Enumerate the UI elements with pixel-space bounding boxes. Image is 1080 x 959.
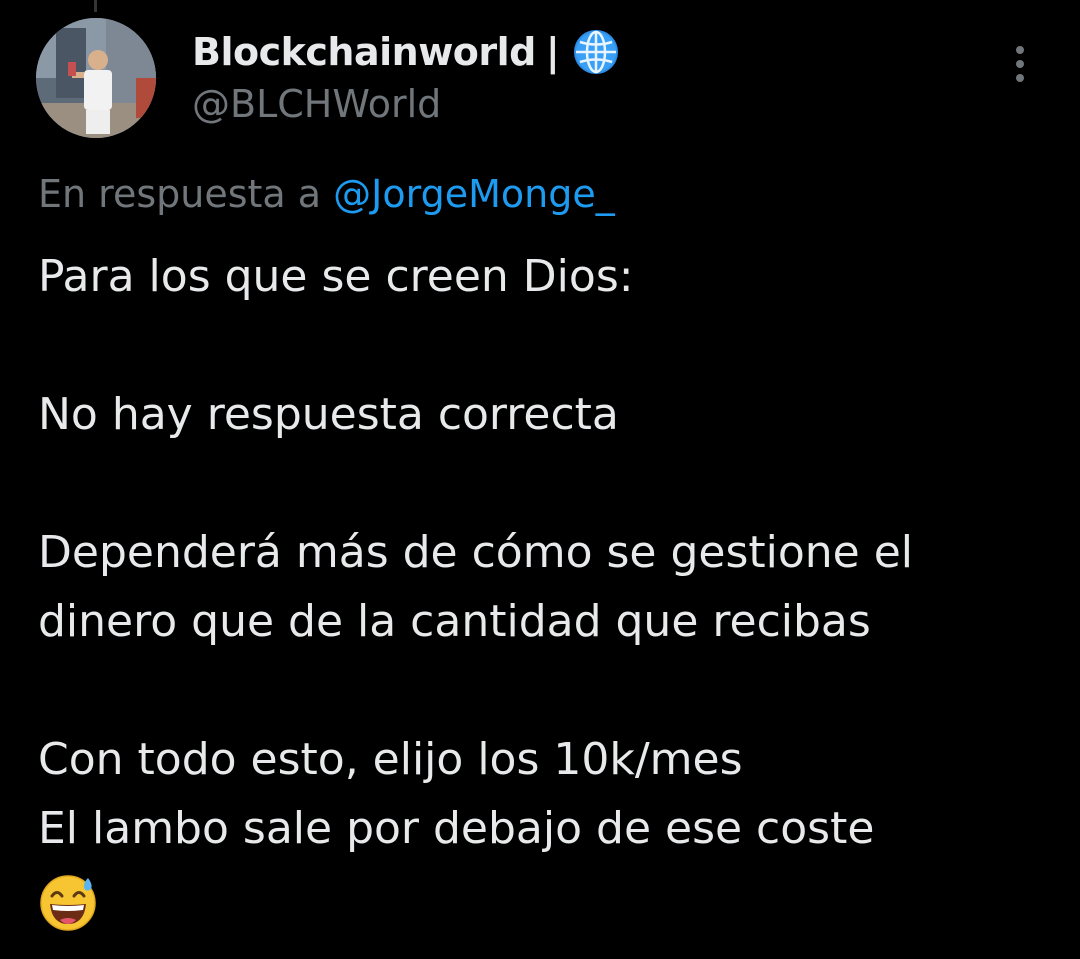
more-vertical-icon[interactable]: [1008, 46, 1032, 86]
author-display-name[interactable]: Blockchainworld: [192, 30, 536, 74]
author-name-row: Blockchainworld |: [192, 26, 620, 78]
reply-prefix: En respuesta a: [38, 172, 322, 216]
tweet-line: Dependerá más de cómo se gestione el: [38, 527, 914, 578]
grinning-face-with-sweat-icon: [40, 875, 96, 931]
tweet-line: Con todo esto, elijo los 10k/mes: [38, 734, 743, 785]
reply-mention-link[interactable]: @JorgeMonge_: [333, 172, 615, 216]
reply-context: En respuesta a @JorgeMonge_: [38, 172, 615, 216]
author-handle[interactable]: @BLCHWorld: [192, 82, 620, 126]
thread-connector-line: [94, 0, 97, 12]
avatar[interactable]: [36, 18, 156, 138]
globe-icon: [573, 30, 618, 74]
tweet-line: No hay respuesta correcta: [38, 389, 619, 440]
tweet-header: Blockchainworld | @BLCHWorld: [192, 26, 620, 126]
name-separator: |: [545, 30, 560, 74]
tweet-line: El lambo sale por debajo de ese coste: [38, 803, 875, 854]
tweet-line: dinero que de la cantidad que recibas: [38, 596, 871, 647]
tweet-line: Para los que se creen Dios:: [38, 251, 634, 302]
tweet-body: Para los que se creen Dios: No hay respu…: [38, 242, 1048, 932]
